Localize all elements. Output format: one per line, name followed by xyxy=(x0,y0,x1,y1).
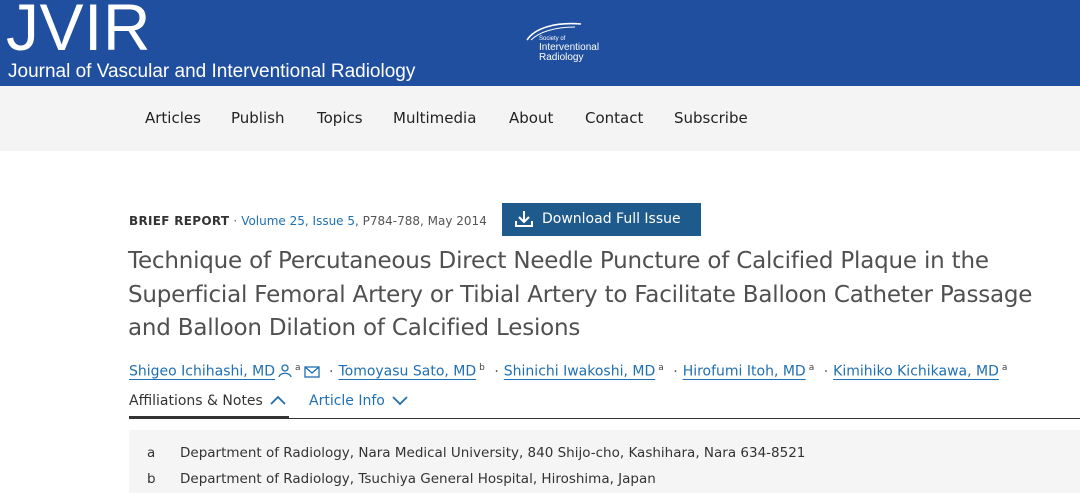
person-icon[interactable] xyxy=(278,364,292,384)
main-nav: Articles Publish Topics Multimedia About… xyxy=(0,86,1080,151)
author-separator: · xyxy=(329,363,334,380)
affiliation-label: a xyxy=(147,445,156,461)
meta-separator: · xyxy=(233,214,238,228)
author-separator: · xyxy=(494,363,499,380)
nav-subscribe[interactable]: Subscribe xyxy=(674,108,748,128)
affiliation-sup: a xyxy=(1001,363,1008,373)
nav-topics[interactable]: Topics xyxy=(317,108,363,128)
author-list: Shigeo Ichihashi, MD a · Tomoyasu Sato, MD… xyxy=(129,358,1007,384)
affiliation-text: Department of Radiology, Tsuchiya Genera… xyxy=(180,471,656,487)
society-line2: Radiology xyxy=(539,52,584,63)
affiliation-sup: b xyxy=(479,363,485,373)
nav-multimedia[interactable]: Multimedia xyxy=(393,108,476,128)
journal-name[interactable]: Journal of Vascular and Interventional R… xyxy=(8,61,415,83)
tabs-divider xyxy=(129,418,1080,419)
email-icon[interactable] xyxy=(303,364,320,384)
author-link[interactable]: Hirofumi Itoh, MD xyxy=(683,364,806,380)
jvir-logo[interactable]: JVIR xyxy=(6,0,151,60)
nav-articles[interactable]: Articles xyxy=(145,108,201,128)
author-link[interactable]: Tomoyasu Sato, MD xyxy=(338,364,476,380)
affiliation-sup: a xyxy=(808,363,815,373)
tab-article-info[interactable]: Article Info xyxy=(309,391,409,411)
download-icon xyxy=(515,211,533,227)
affiliation-text: Department of Radiology, Nara Medical Un… xyxy=(180,445,806,461)
author-link[interactable]: Kimihiko Kichikawa, MD xyxy=(833,364,999,380)
author-separator: · xyxy=(673,363,678,380)
author-link[interactable]: Shigeo Ichihashi, MD xyxy=(129,364,275,380)
tab-article-info-label: Article Info xyxy=(309,393,385,409)
pages-date: P784-788, May 2014 xyxy=(362,214,487,228)
author-link[interactable]: Shinichi Iwakoshi, MD xyxy=(504,364,655,380)
author-separator: · xyxy=(823,363,829,380)
affiliation-sup: a xyxy=(295,363,301,373)
affiliation-label: b xyxy=(147,471,156,487)
article-type: BRIEF REPORT xyxy=(129,214,230,228)
sir-logo[interactable]: Society of Interventional Radiology xyxy=(525,22,635,68)
nav-publish[interactable]: Publish xyxy=(231,108,284,128)
download-full-issue-button[interactable]: Download Full Issue xyxy=(502,203,701,236)
masthead: JVIR Journal of Vascular and Interventio… xyxy=(0,0,1080,86)
tab-affiliations-label: Affiliations & Notes xyxy=(129,393,263,409)
chevron-up-icon xyxy=(270,395,286,405)
sir-logo-text: Society of Interventional Radiology xyxy=(539,36,599,63)
tab-affiliations-notes[interactable]: Affiliations & Notes xyxy=(129,391,287,411)
issue-link[interactable]: Volume 25, Issue 5, xyxy=(241,214,359,228)
article-meta: BRIEF REPORT · Volume 25, Issue 5, P784-78… xyxy=(129,213,487,229)
chevron-down-icon xyxy=(392,396,408,406)
nav-contact[interactable]: Contact xyxy=(585,108,643,128)
download-label: Download Full Issue xyxy=(542,211,681,227)
affiliation-sup: a xyxy=(658,363,664,373)
nav-about[interactable]: About xyxy=(509,108,553,128)
article-title: Technique of Percutaneous Direct Needle … xyxy=(128,248,1033,341)
